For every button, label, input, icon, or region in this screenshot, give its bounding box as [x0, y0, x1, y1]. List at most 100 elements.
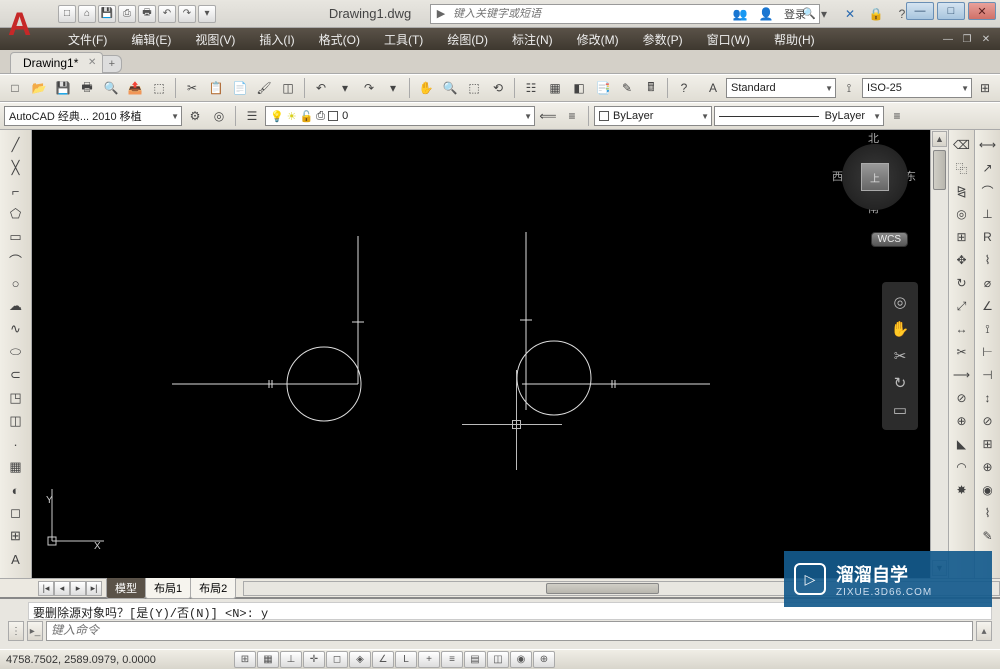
dimstyle-icon[interactable]: ⟟: [838, 77, 860, 99]
status-qp-button[interactable]: ◫: [487, 651, 509, 668]
status-snap-button[interactable]: ⊞: [234, 651, 256, 668]
viewcube-compass[interactable]: 上: [842, 144, 908, 210]
status-lwt-button[interactable]: ≡: [441, 651, 463, 668]
cmdline-handle-icon[interactable]: ⋮: [8, 621, 24, 641]
viewcube-top-face[interactable]: 上: [861, 163, 889, 191]
menu-dimension[interactable]: 标注(N): [500, 28, 565, 51]
diminspect-button[interactable]: ◉: [977, 479, 999, 501]
menu-help[interactable]: 帮助(H): [762, 28, 827, 51]
command-input[interactable]: [46, 621, 973, 641]
extend-button[interactable]: ⟶: [951, 364, 973, 386]
linetype-dropdown[interactable]: ByLayer: [714, 106, 884, 126]
revcloud-button[interactable]: ☁: [4, 295, 28, 317]
status-otrack-button[interactable]: ∠: [372, 651, 394, 668]
trim-button[interactable]: ✂: [951, 341, 973, 363]
nav-wheel-icon[interactable]: ◎: [893, 293, 906, 311]
dimjogged-button[interactable]: ⌇: [977, 249, 999, 271]
dimedit-button[interactable]: ✎: [977, 525, 999, 547]
cmdline-recent-button[interactable]: ▸_: [27, 621, 43, 641]
layout-prev-button[interactable]: ◂: [54, 581, 70, 596]
dimcontinue-button[interactable]: ⊣: [977, 364, 999, 386]
3dprint-button[interactable]: ⬚: [148, 77, 170, 99]
layout-last-button[interactable]: ▸|: [86, 581, 102, 596]
matchprop-button[interactable]: 🖌: [253, 77, 275, 99]
file-tab-close-icon[interactable]: ✕: [88, 57, 96, 68]
exchange-icon[interactable]: ✕: [842, 6, 858, 22]
nav-pan-icon[interactable]: ✋: [891, 320, 910, 338]
qat-open-button[interactable]: ⌂: [78, 5, 96, 23]
menu-window[interactable]: 窗口(W): [695, 28, 762, 51]
scale-button[interactable]: ⤢: [951, 295, 973, 317]
status-polar-button[interactable]: ✛: [303, 651, 325, 668]
qdim-button[interactable]: ⟟: [977, 318, 999, 340]
arc-button[interactable]: ⌒: [4, 249, 28, 271]
dimangular-button[interactable]: ∠: [977, 295, 999, 317]
spline-button[interactable]: ∿: [4, 318, 28, 340]
stayconnected-icon[interactable]: 🔒: [868, 6, 884, 22]
layout-tab-layout2[interactable]: 布局2: [190, 578, 236, 599]
file-tab-new-button[interactable]: +: [102, 55, 122, 73]
layer-manager-button[interactable]: ☰: [241, 105, 263, 127]
open-button[interactable]: 📂: [28, 77, 50, 99]
qat-new-button[interactable]: □: [58, 5, 76, 23]
signin-label[interactable]: 登录: [784, 6, 806, 22]
copy-button[interactable]: 📋: [205, 77, 227, 99]
undo-drop-button[interactable]: ▾: [334, 77, 356, 99]
layer-dropdown[interactable]: 💡 ☀ 🔓 ⎙ 0: [265, 106, 535, 126]
offset-button[interactable]: ◎: [951, 203, 973, 225]
workspace-list-button[interactable]: ◎: [208, 105, 230, 127]
maximize-button[interactable]: □: [937, 2, 965, 20]
redo-drop-button[interactable]: ▾: [382, 77, 404, 99]
table-button[interactable]: ⊞: [4, 525, 28, 547]
menu-parametric[interactable]: 参数(P): [631, 28, 695, 51]
status-grid-button[interactable]: ▦: [257, 651, 279, 668]
hatch-button[interactable]: ▦: [4, 456, 28, 478]
status-sc-button[interactable]: ◉: [510, 651, 532, 668]
zoom-rt-button[interactable]: 🔍: [439, 77, 461, 99]
blockeditor-button[interactable]: ◫: [277, 77, 299, 99]
copy-obj-button[interactable]: ⿻: [951, 157, 973, 179]
undo-button[interactable]: ↶: [310, 77, 332, 99]
point-button[interactable]: ·: [4, 433, 28, 455]
polyline-button[interactable]: ⌐: [4, 180, 28, 202]
close-button[interactable]: ✕: [968, 2, 996, 20]
erase-button[interactable]: ⌫: [951, 134, 973, 156]
qat-redo-button[interactable]: ↷: [178, 5, 196, 23]
dimarc-button[interactable]: ⌒: [977, 180, 999, 202]
status-ducs-button[interactable]: L: [395, 651, 417, 668]
line-button[interactable]: ╱: [4, 134, 28, 156]
layout-tab-model[interactable]: 模型: [106, 578, 146, 599]
dimbaseline-button[interactable]: ⊢: [977, 341, 999, 363]
cut-button[interactable]: ✂: [181, 77, 203, 99]
move-button[interactable]: ✥: [951, 249, 973, 271]
quickcalc-button[interactable]: 🖩: [640, 77, 662, 99]
qat-undo-button[interactable]: ↶: [158, 5, 176, 23]
rectangle-button[interactable]: ▭: [4, 226, 28, 248]
doc-close-button[interactable]: ✕: [978, 32, 994, 46]
lineweight-button[interactable]: ≡: [886, 105, 908, 127]
array-button[interactable]: ⊞: [951, 226, 973, 248]
publish-button[interactable]: 📤: [124, 77, 146, 99]
nav-orbit-icon[interactable]: ↻: [894, 374, 907, 392]
textstyle-dropdown[interactable]: Standard: [726, 78, 836, 98]
layer-state-button[interactable]: ≡: [561, 105, 583, 127]
dimjogline-button[interactable]: ⌇: [977, 502, 999, 524]
dimradius-button[interactable]: R: [977, 226, 999, 248]
save-button[interactable]: 💾: [52, 77, 74, 99]
layout-next-button[interactable]: ▸: [70, 581, 86, 596]
new-button[interactable]: □: [4, 77, 26, 99]
minimize-button[interactable]: —: [906, 2, 934, 20]
markup-button[interactable]: ✎: [616, 77, 638, 99]
mirror-button[interactable]: ⧎: [951, 180, 973, 202]
app-logo[interactable]: A: [0, 2, 50, 47]
dimdiameter-button[interactable]: ⌀: [977, 272, 999, 294]
menu-file[interactable]: 文件(F): [56, 28, 119, 51]
workspace-dropdown[interactable]: AutoCAD 经典... 2010 移植: [4, 106, 182, 126]
color-dropdown[interactable]: ByLayer: [594, 106, 712, 126]
menu-format[interactable]: 格式(O): [307, 28, 372, 51]
redo-button[interactable]: ↷: [358, 77, 380, 99]
circle-button[interactable]: ○: [4, 272, 28, 294]
centermark-button[interactable]: ⊕: [977, 456, 999, 478]
layout-tab-layout1[interactable]: 布局1: [145, 578, 191, 599]
layout-first-button[interactable]: |◂: [38, 581, 54, 596]
